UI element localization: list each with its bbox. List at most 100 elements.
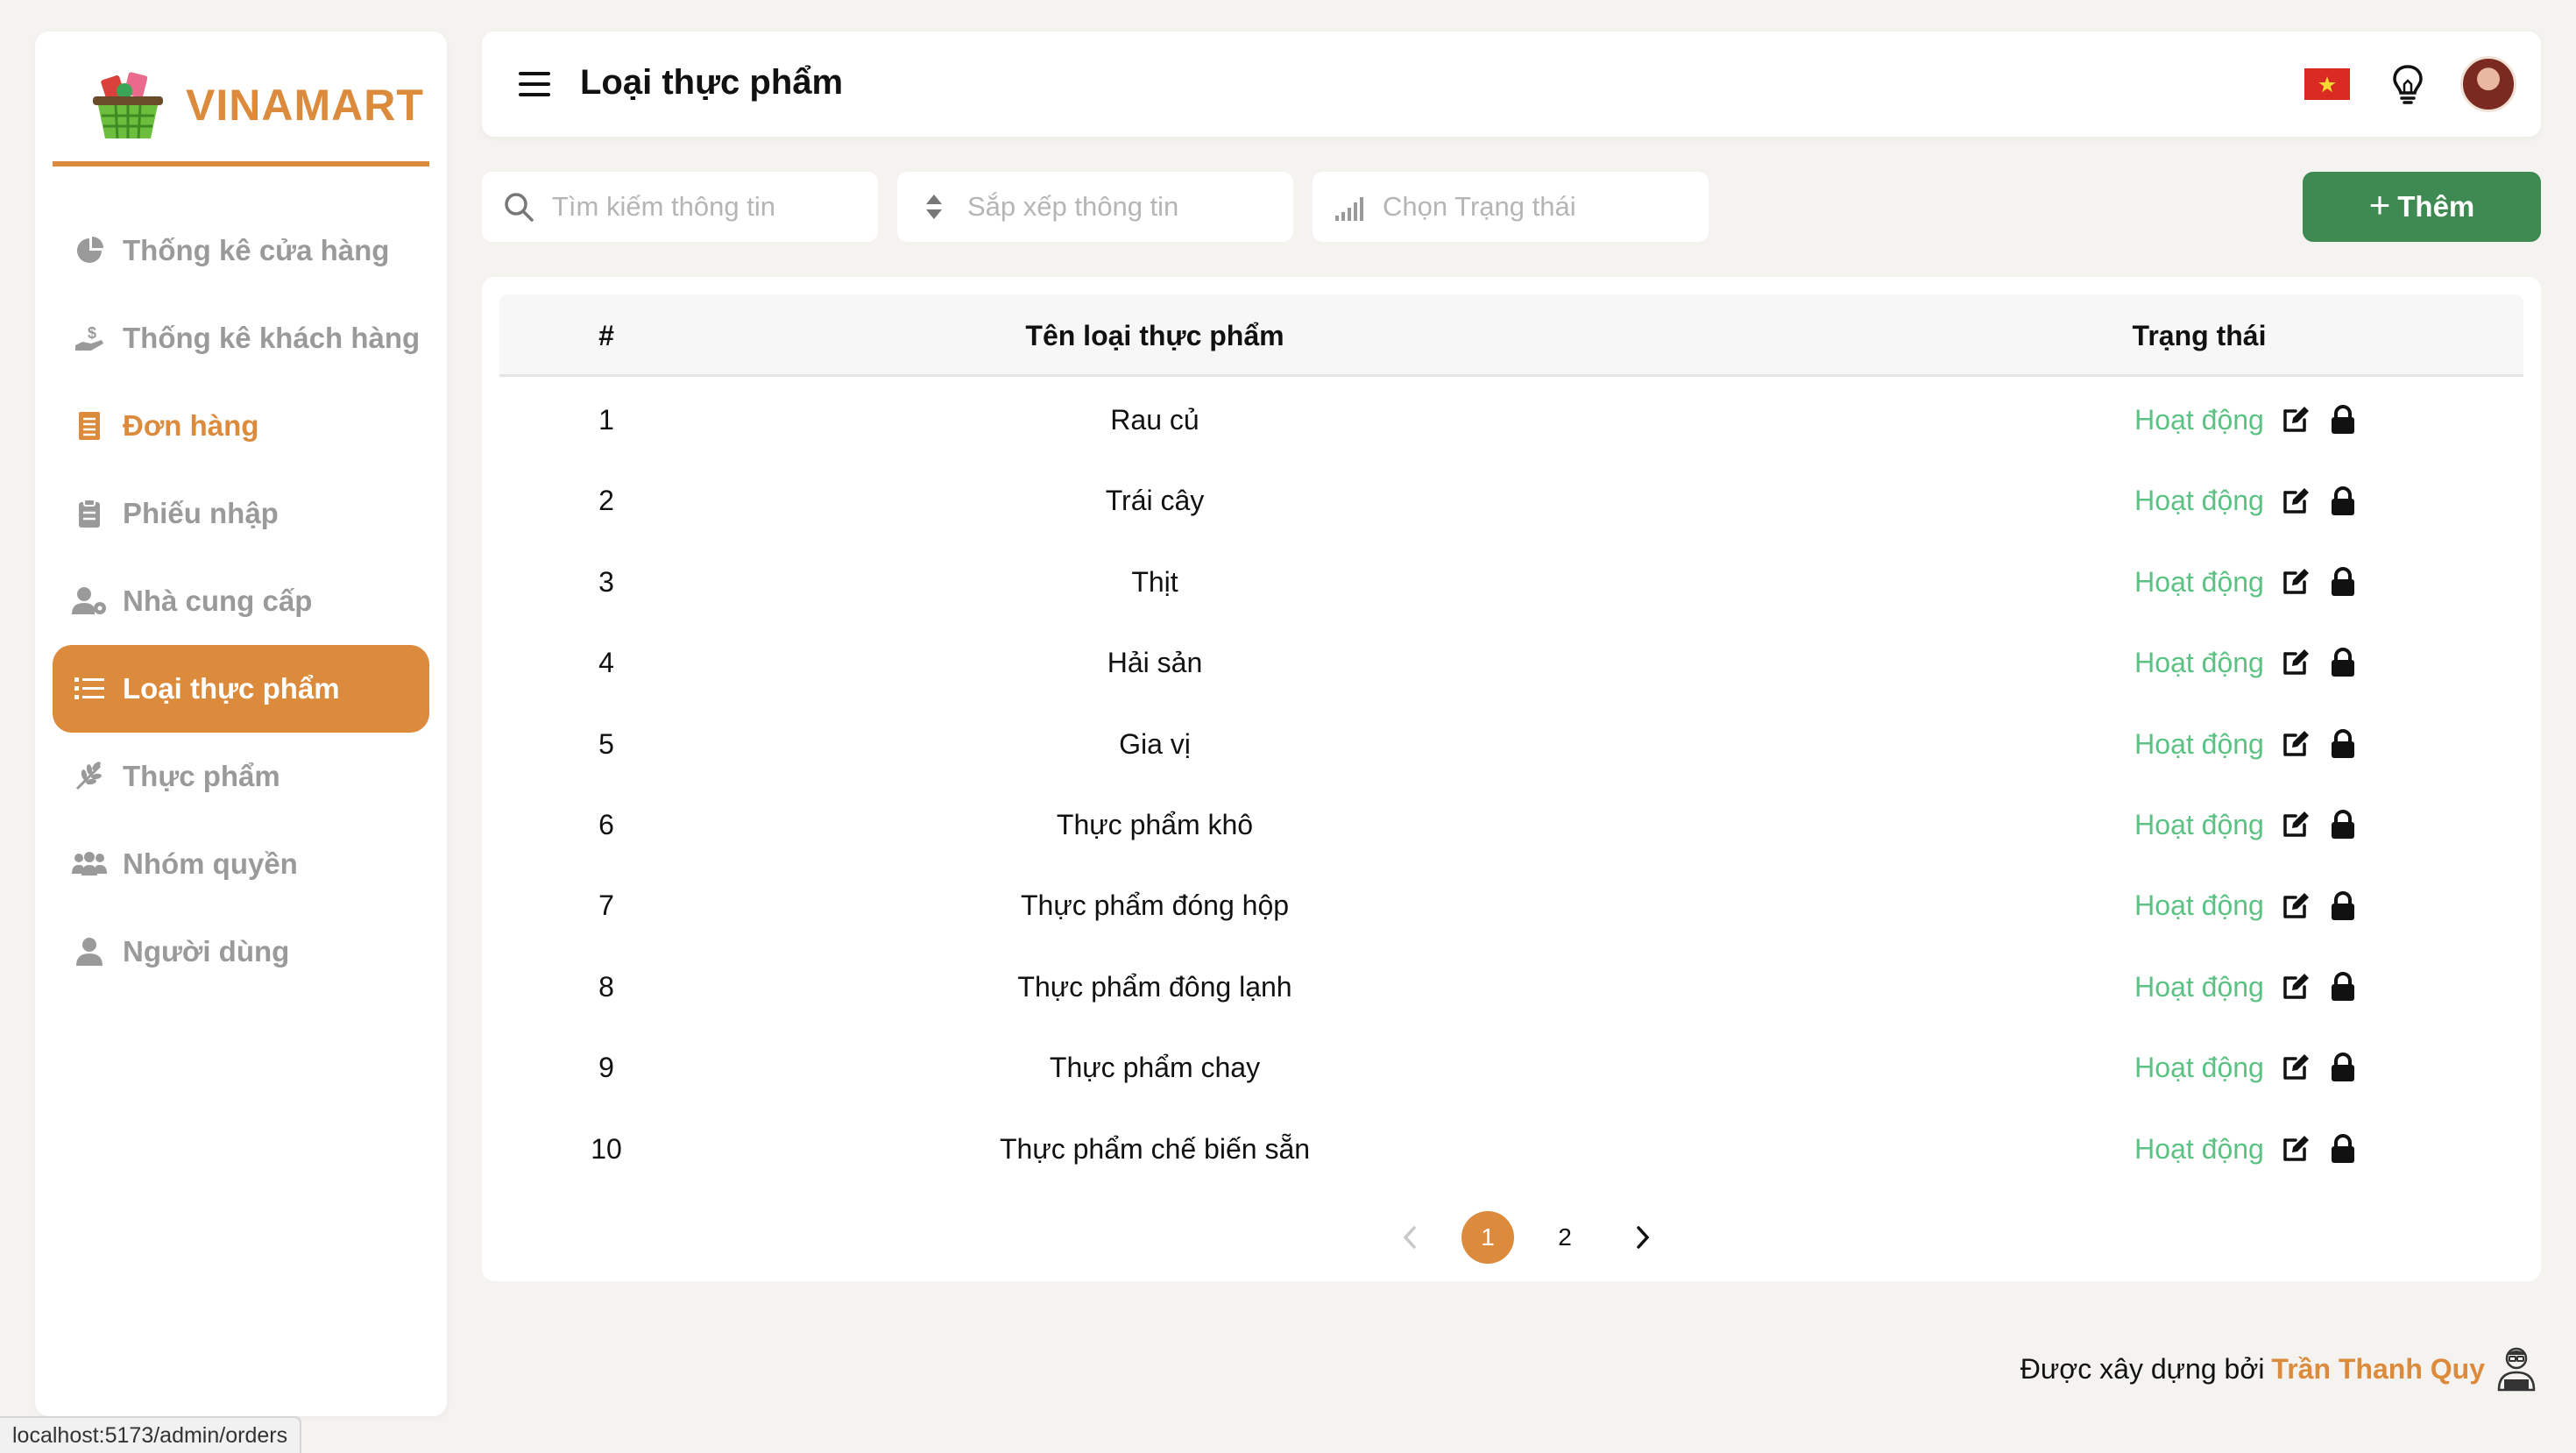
row-index: 9 xyxy=(598,1052,614,1084)
sidebar-item-users[interactable]: Người dùng xyxy=(53,908,429,996)
row-category-name: Trái cây xyxy=(1105,485,1205,517)
lock-icon[interactable] xyxy=(2327,1052,2359,1083)
next-page-button[interactable] xyxy=(1616,1211,1668,1264)
lock-icon[interactable] xyxy=(2327,566,2359,598)
row-index: 4 xyxy=(598,647,614,679)
lock-icon[interactable] xyxy=(2327,1133,2359,1165)
sidebar-item-label: Nhà cung cấp xyxy=(123,585,313,617)
edit-icon[interactable] xyxy=(2280,486,2311,517)
edit-icon[interactable] xyxy=(2280,809,2311,840)
browser-status-url: localhost:5173/admin/orders xyxy=(0,1416,302,1453)
row-actions xyxy=(2280,622,2359,703)
prev-page-button[interactable] xyxy=(1384,1211,1437,1264)
row-category-name: Rau củ xyxy=(1110,404,1200,436)
row-actions xyxy=(2280,865,2359,946)
edit-icon[interactable] xyxy=(2280,1052,2311,1083)
row-index: 10 xyxy=(591,1132,622,1165)
edit-icon[interactable] xyxy=(2280,404,2311,436)
sidebar-item-label: Thống kê cửa hàng xyxy=(123,234,390,266)
column-header-index: # xyxy=(598,320,614,351)
row-actions xyxy=(2280,946,2359,1027)
top-header: Loại thực phẩm xyxy=(482,32,2541,137)
search-input[interactable]: Tìm kiếm thông tin xyxy=(482,172,878,242)
hamburger-menu-icon[interactable] xyxy=(517,67,552,102)
table-row: 6 Thực phẩm khô Hoạt động xyxy=(499,784,2523,865)
user-icon xyxy=(72,934,107,969)
clipboard-icon xyxy=(72,496,107,531)
row-category-name: Hải sản xyxy=(1107,647,1203,679)
lock-icon[interactable] xyxy=(2327,971,2359,1003)
page-2-button[interactable]: 2 xyxy=(1539,1211,1591,1264)
edit-icon[interactable] xyxy=(2280,1133,2311,1165)
table-row: 1 Rau củ Hoạt động xyxy=(499,379,2523,460)
footer-prefix: Được xây dựng bởi xyxy=(2020,1352,2265,1385)
row-actions xyxy=(2280,784,2359,865)
row-category-name: Thực phẩm đóng hộp xyxy=(1020,890,1290,922)
row-actions xyxy=(2280,542,2359,622)
edit-icon[interactable] xyxy=(2280,566,2311,598)
sidebar-item-label: Đơn hàng xyxy=(123,409,259,442)
sidebar-item-label: Người dùng xyxy=(123,935,290,967)
row-index: 8 xyxy=(598,970,614,1003)
edit-icon[interactable] xyxy=(2280,728,2311,760)
lock-icon[interactable] xyxy=(2327,728,2359,760)
column-header-name: Tên loại thực phẩm xyxy=(1025,320,1284,351)
row-index: 3 xyxy=(598,565,614,598)
edit-icon[interactable] xyxy=(2280,647,2311,678)
sidebar-item-food-categories[interactable]: Loại thực phẩm xyxy=(53,645,429,733)
table-header: # Tên loại thực phẩm Trạng thái xyxy=(499,294,2523,377)
sidebar-item-orders[interactable]: Đơn hàng xyxy=(53,382,429,470)
sort-icon xyxy=(926,195,942,219)
lock-icon[interactable] xyxy=(2327,486,2359,517)
sidebar-nav: Thống kê cửa hàng $ Thống kê khách hàng … xyxy=(53,207,429,996)
pagination: 1 2 xyxy=(1384,1211,1693,1264)
vietnam-flag-icon[interactable] xyxy=(2304,68,2350,100)
lock-icon[interactable] xyxy=(2327,809,2359,840)
sidebar-item-foods[interactable]: Thực phẩm xyxy=(53,733,429,820)
hand-coin-icon: $ xyxy=(72,321,107,356)
receipt-icon xyxy=(72,408,107,443)
table-row: 9 Thực phẩm chay Hoạt động xyxy=(499,1027,2523,1108)
sort-select[interactable]: Sắp xếp thông tin xyxy=(897,172,1293,242)
list-icon xyxy=(72,671,107,706)
user-gear-icon xyxy=(72,584,107,619)
sort-placeholder: Sắp xếp thông tin xyxy=(967,191,1179,222)
add-button[interactable]: + Thêm xyxy=(2303,172,2541,242)
row-category-name: Thực phẩm khô xyxy=(1056,808,1254,840)
sidebar-item-suppliers[interactable]: Nhà cung cấp xyxy=(53,557,429,645)
sidebar-item-label: Thống kê khách hàng xyxy=(123,322,421,354)
sidebar-item-import-receipts[interactable]: Phiếu nhập xyxy=(53,470,429,557)
sidebar: VINAMART Thống kê cửa hàng $ Thống kê kh… xyxy=(35,32,447,1416)
sidebar-item-customer-stats[interactable]: $ Thống kê khách hàng xyxy=(53,294,429,382)
row-actions xyxy=(2280,1027,2359,1108)
lock-icon[interactable] xyxy=(2327,647,2359,678)
sidebar-item-store-stats[interactable]: Thống kê cửa hàng xyxy=(53,207,429,294)
row-index: 2 xyxy=(598,485,614,517)
brand-logo-area[interactable]: VINAMART xyxy=(53,49,429,167)
search-icon xyxy=(505,193,534,222)
status-select[interactable]: Chọn Trạng thái xyxy=(1313,172,1709,242)
sidebar-item-label: Phiếu nhập xyxy=(123,497,279,529)
row-index: 1 xyxy=(598,404,614,436)
lock-icon[interactable] xyxy=(2327,890,2359,922)
signal-bars-icon xyxy=(1335,197,1363,221)
row-category-name: Thực phẩm chế biến sẵn xyxy=(999,1132,1311,1165)
shopping-basket-logo-icon xyxy=(93,72,163,139)
add-button-label: Thêm xyxy=(2397,190,2475,223)
row-actions xyxy=(2280,460,2359,541)
sidebar-item-label: Loại thực phẩm xyxy=(123,672,340,705)
row-index: 6 xyxy=(598,808,614,840)
lock-icon[interactable] xyxy=(2327,404,2359,436)
lightbulb-icon[interactable] xyxy=(2388,63,2427,105)
row-index: 7 xyxy=(598,890,614,922)
footer-author-link[interactable]: Trần Thanh Quy xyxy=(2271,1353,2485,1386)
chevron-left-icon xyxy=(1403,1226,1416,1249)
row-category-name: Thịt xyxy=(1131,565,1178,598)
edit-icon[interactable] xyxy=(2280,971,2311,1003)
page-1-button[interactable]: 1 xyxy=(1461,1211,1514,1264)
user-avatar[interactable] xyxy=(2460,56,2516,112)
sidebar-item-permission-groups[interactable]: Nhóm quyền xyxy=(53,820,429,908)
table-row: 5 Gia vị Hoạt động xyxy=(499,704,2523,784)
users-icon xyxy=(72,847,107,882)
edit-icon[interactable] xyxy=(2280,890,2311,922)
